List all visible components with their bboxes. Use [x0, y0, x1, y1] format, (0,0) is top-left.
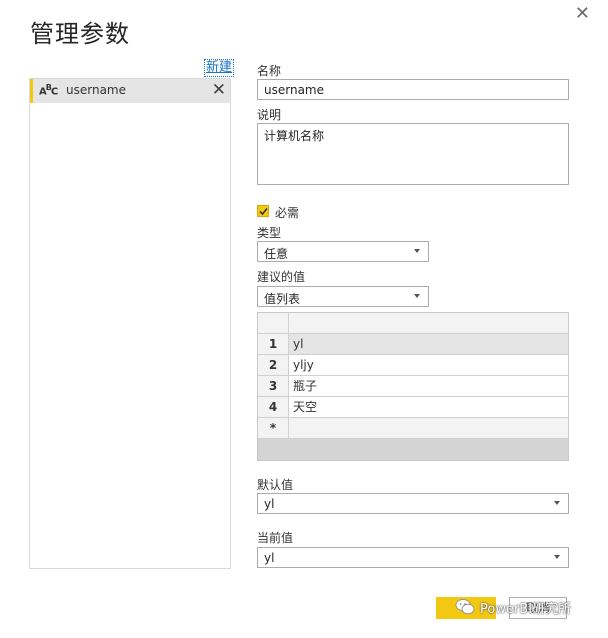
row-number: * [258, 418, 289, 438]
suggested-values-label: 建议的值 [257, 270, 306, 284]
parameter-list: ABC username ✕ [29, 78, 231, 569]
table-row[interactable]: 1 yl [258, 334, 568, 355]
watermark-text: PowerBI研究所 [480, 602, 572, 617]
grid-corner-cell [258, 313, 289, 333]
checkmark-icon [259, 207, 268, 216]
row-number: 4 [258, 397, 289, 417]
new-row[interactable]: * [258, 418, 568, 439]
row-number: 3 [258, 376, 289, 396]
default-value-label: 默认值 [257, 478, 294, 492]
grid-header-row [258, 313, 568, 334]
default-value-select[interactable]: yl [257, 493, 569, 514]
parameter-list-item[interactable]: ABC username ✕ [30, 79, 230, 103]
suggested-values-select-value: 值列表 [264, 292, 301, 306]
chevron-down-icon [554, 501, 560, 505]
table-row[interactable]: 4 天空 [258, 397, 568, 418]
current-value-select-value: yl [264, 551, 275, 565]
table-row[interactable]: 3 瓶子 [258, 376, 568, 397]
required-label: 必需 [275, 206, 300, 220]
dialog-title: 管理参数 [30, 20, 130, 48]
type-select[interactable]: 任意 [257, 241, 429, 262]
description-input[interactable]: 计算机名称 [257, 123, 569, 185]
delete-icon[interactable]: ✕ [212, 80, 226, 100]
parameter-name: username [66, 83, 126, 97]
required-checkbox[interactable] [257, 205, 269, 217]
row-number: 1 [258, 334, 289, 354]
chevron-down-icon [414, 249, 420, 253]
row-value: 瓶子 [293, 379, 318, 393]
wechat-icon [455, 599, 475, 615]
chevron-down-icon [414, 294, 420, 298]
type-label: 类型 [257, 226, 282, 240]
name-label: 名称 [257, 64, 282, 78]
name-input[interactable]: username [257, 79, 569, 100]
new-parameter-link[interactable]: 新建 [204, 59, 235, 77]
row-value: yljy [293, 358, 314, 372]
description-label: 说明 [257, 108, 282, 122]
default-value-select-value: yl [264, 497, 275, 511]
suggested-values-select[interactable]: 值列表 [257, 286, 429, 307]
row-value: yl [293, 337, 304, 351]
value-list-grid: 1 yl 2 yljy 3 瓶子 4 天空 * [257, 312, 569, 461]
row-value: 天空 [293, 400, 318, 414]
current-value-label: 当前值 [257, 531, 294, 545]
table-row[interactable]: 2 yljy [258, 355, 568, 376]
text-type-icon: ABC [39, 83, 58, 98]
current-value-select[interactable]: yl [257, 547, 569, 568]
row-number: 2 [258, 355, 289, 375]
close-icon[interactable]: ✕ [575, 3, 590, 24]
type-select-value: 任意 [264, 247, 289, 261]
chevron-down-icon [554, 555, 560, 559]
